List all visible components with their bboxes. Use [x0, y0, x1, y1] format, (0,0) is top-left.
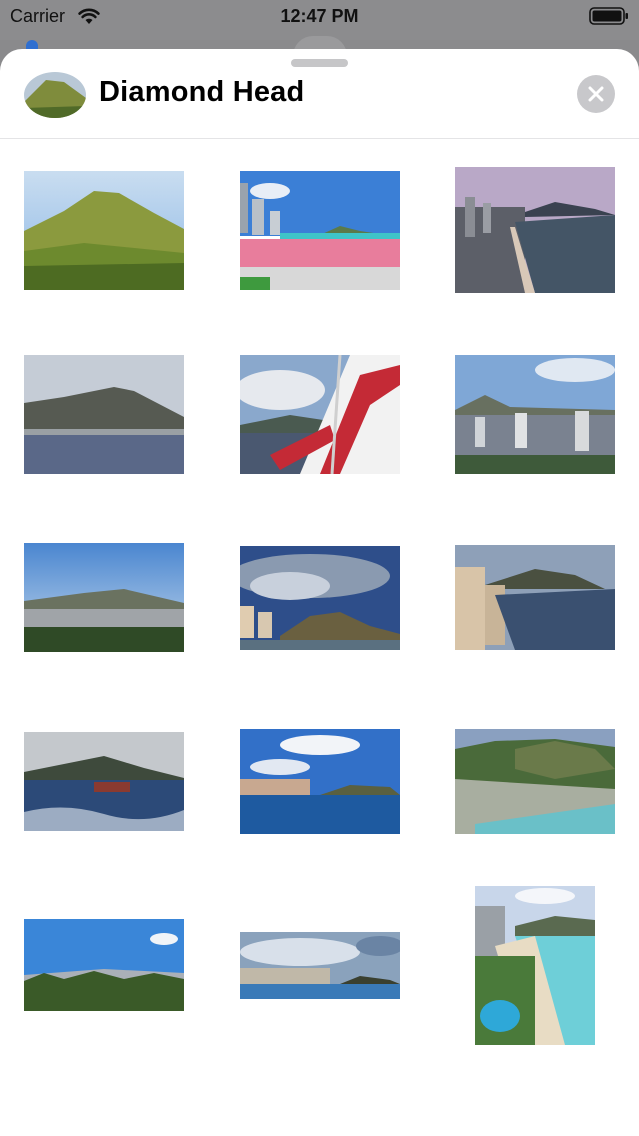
photo-sheet: Diamond Head — [0, 49, 639, 1136]
photo-city-skyline-crater[interactable] — [455, 355, 615, 474]
status-time: 12:47 PM — [280, 6, 359, 26]
photo-distant-skyline-cloudy[interactable] — [240, 932, 400, 999]
sheet-header: Diamond Head — [0, 49, 639, 139]
photo-american-flag-crater[interactable] — [240, 355, 400, 474]
sheet-title: Diamond Head — [99, 76, 305, 108]
photo-city-valley-panorama[interactable] — [24, 543, 184, 652]
photo-skyline-across-water[interactable] — [240, 729, 400, 834]
photo-hotel-coast-bay[interactable] — [455, 545, 615, 650]
sheet-grabber[interactable] — [291, 59, 348, 67]
battery-icon — [589, 7, 628, 25]
photo-palms-ocean-view[interactable] — [24, 919, 184, 1011]
close-button[interactable] — [577, 75, 615, 113]
close-icon — [588, 86, 604, 102]
photo-crater-from-sea[interactable] — [24, 355, 184, 474]
photo-mountain-grassland[interactable] — [24, 171, 184, 290]
status-bar: Carrier 12:47 PM — [0, 0, 639, 40]
photo-waikiki-beach-promenade[interactable] — [240, 171, 400, 290]
photo-hotels-stormy-sky[interactable] — [240, 546, 400, 650]
photo-aerial-crater-neighborhood[interactable] — [455, 729, 615, 834]
photo-resort-pool-aerial[interactable] — [475, 886, 595, 1045]
photo-city-shoreline-dusk[interactable] — [455, 167, 615, 293]
photo-boat-ocean-waves[interactable] — [24, 732, 184, 831]
header-thumbnail — [24, 72, 86, 118]
